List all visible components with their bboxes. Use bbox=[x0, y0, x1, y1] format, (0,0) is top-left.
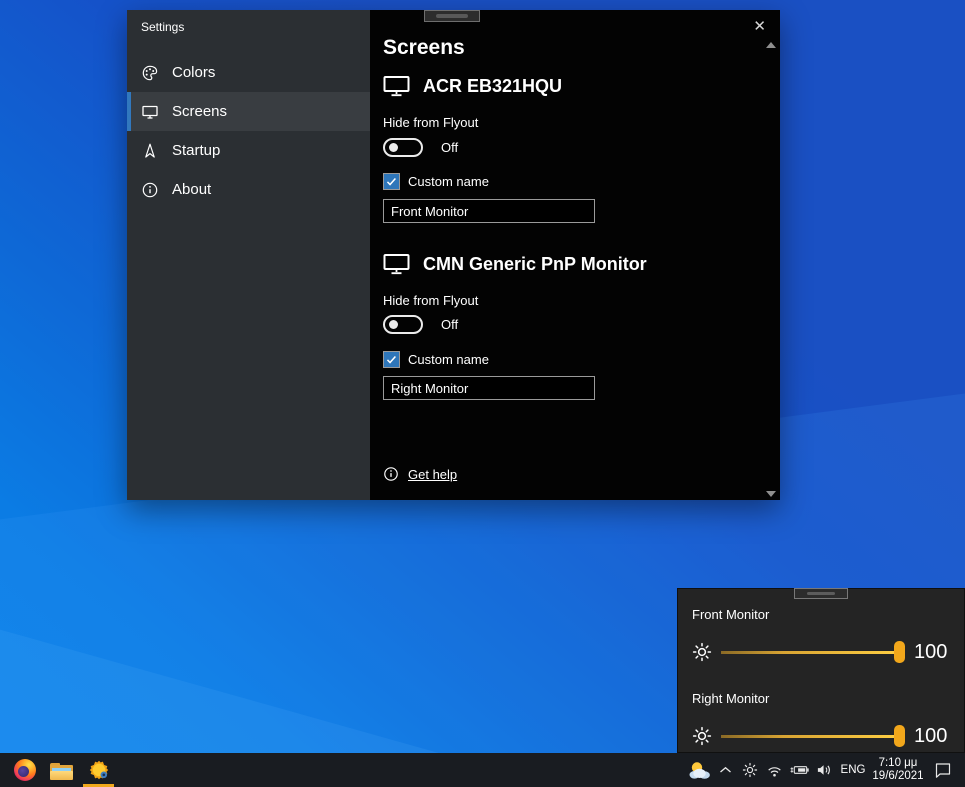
sidebar-item-label: About bbox=[172, 181, 212, 198]
hide-from-flyout-label: Hide from Flyout bbox=[383, 293, 479, 308]
battery-charging-icon bbox=[790, 766, 809, 774]
settings-sidebar: Settings Colors Screens Startup About bbox=[127, 10, 370, 500]
window-title: Settings bbox=[141, 20, 185, 34]
custom-name-label: Custom name bbox=[408, 174, 489, 189]
toggle-state-label: Off bbox=[441, 140, 459, 155]
brightness-flyout: Front Monitor 100 Right Monitor 100 bbox=[677, 588, 965, 753]
notification-bubble-icon bbox=[935, 763, 951, 778]
custom-name-input[interactable] bbox=[383, 199, 595, 223]
monitor-icon bbox=[383, 76, 410, 97]
custom-name-input[interactable] bbox=[383, 376, 595, 400]
monitor-section-header: CMN Generic PnP Monitor bbox=[383, 253, 647, 275]
hide-from-flyout-toggle[interactable] bbox=[383, 138, 423, 157]
brightness-value: 100 bbox=[914, 640, 948, 663]
close-icon[interactable]: ✕ bbox=[748, 14, 771, 38]
sidebar-item-about[interactable]: About bbox=[127, 170, 370, 209]
monitor-section-header: ACR EB321HQU bbox=[383, 75, 562, 97]
file-explorer-icon bbox=[50, 762, 73, 780]
language-label: ENG bbox=[840, 764, 866, 776]
monitor-icon bbox=[383, 254, 410, 275]
clock-date: 19/6/2021 bbox=[872, 770, 924, 782]
brightness-value: 100 bbox=[914, 724, 948, 747]
hide-from-flyout-toggle[interactable] bbox=[383, 315, 423, 334]
settings-main-panel: ✕ Screens ACR EB321HQU Hide from Flyout … bbox=[370, 10, 780, 500]
taskbar-file-explorer-button[interactable] bbox=[43, 753, 80, 787]
slider-thumb[interactable] bbox=[894, 641, 905, 663]
sidebar-item-startup[interactable]: Startup bbox=[127, 131, 370, 170]
get-help-link[interactable]: Get help bbox=[408, 467, 457, 482]
sidebar-item-label: Startup bbox=[172, 142, 221, 159]
tray-language-indicator[interactable]: ENG bbox=[837, 753, 869, 787]
checkmark-icon bbox=[386, 178, 396, 186]
flyout-drag-handle[interactable] bbox=[794, 588, 848, 599]
speaker-icon bbox=[817, 765, 830, 775]
tray-action-center-button[interactable] bbox=[927, 753, 959, 787]
tray-weather-button[interactable] bbox=[685, 753, 713, 787]
custom-name-checkbox[interactable] bbox=[383, 173, 400, 190]
monitor-name: CMN Generic PnP Monitor bbox=[423, 253, 647, 274]
tray-clock[interactable]: 7:10 μμ 19/6/2021 bbox=[869, 753, 927, 787]
brightness-sun-icon bbox=[742, 762, 757, 778]
sidebar-item-screens[interactable]: Screens bbox=[127, 92, 370, 131]
settings-window: Settings Colors Screens Startup About ✕ … bbox=[127, 10, 780, 500]
scroll-down-arrow[interactable] bbox=[766, 491, 776, 497]
custom-name-checkbox[interactable] bbox=[383, 351, 400, 368]
brightness-slider[interactable] bbox=[721, 638, 905, 666]
tray-volume-button[interactable] bbox=[812, 753, 837, 787]
startup-arrow-icon bbox=[145, 143, 155, 158]
monitor-name: ACR EB321HQU bbox=[423, 75, 563, 96]
checkmark-icon bbox=[386, 356, 396, 364]
brightness-slider[interactable] bbox=[721, 722, 905, 750]
info-icon bbox=[384, 467, 398, 481]
tray-show-hidden-icons-button[interactable] bbox=[713, 753, 737, 787]
sidebar-item-label: Screens bbox=[172, 103, 228, 120]
chevron-up-icon bbox=[719, 766, 731, 773]
brightness-app-icon bbox=[89, 760, 108, 780]
sidebar-item-colors[interactable]: Colors bbox=[127, 53, 370, 92]
network-signal-icon bbox=[768, 766, 781, 776]
palette-icon bbox=[142, 65, 158, 80]
page-title: Screens bbox=[383, 36, 465, 59]
taskbar-brightness-app-button[interactable] bbox=[80, 753, 117, 787]
toggle-state-label: Off bbox=[441, 317, 459, 332]
slider-track[interactable] bbox=[721, 735, 900, 738]
brightness-sun-icon bbox=[692, 726, 712, 746]
weather-partly-cloudy-icon bbox=[689, 761, 710, 779]
monitor-icon bbox=[142, 105, 158, 119]
slider-monitor-label: Front Monitor bbox=[692, 607, 770, 622]
slider-thumb[interactable] bbox=[894, 725, 905, 747]
taskbar: ENG 7:10 μμ 19/6/2021 bbox=[0, 753, 965, 787]
custom-name-label: Custom name bbox=[408, 352, 489, 367]
taskbar-firefox-button[interactable] bbox=[6, 753, 43, 787]
sidebar-item-label: Colors bbox=[172, 64, 216, 81]
brightness-sun-icon bbox=[692, 642, 712, 662]
hide-from-flyout-label: Hide from Flyout bbox=[383, 115, 479, 130]
tray-network-button[interactable] bbox=[762, 753, 787, 787]
slider-track[interactable] bbox=[721, 651, 900, 654]
info-icon bbox=[142, 182, 158, 197]
desktop-wallpaper: Settings Colors Screens Startup About ✕ … bbox=[0, 0, 965, 787]
window-drag-handle[interactable] bbox=[424, 10, 480, 22]
tray-battery-button[interactable] bbox=[787, 753, 812, 787]
tray-brightness-button[interactable] bbox=[737, 753, 762, 787]
slider-monitor-label: Right Monitor bbox=[692, 691, 770, 706]
clock-time: 7:10 μμ bbox=[878, 757, 918, 769]
firefox-icon bbox=[13, 759, 36, 781]
scroll-up-arrow[interactable] bbox=[766, 42, 776, 48]
